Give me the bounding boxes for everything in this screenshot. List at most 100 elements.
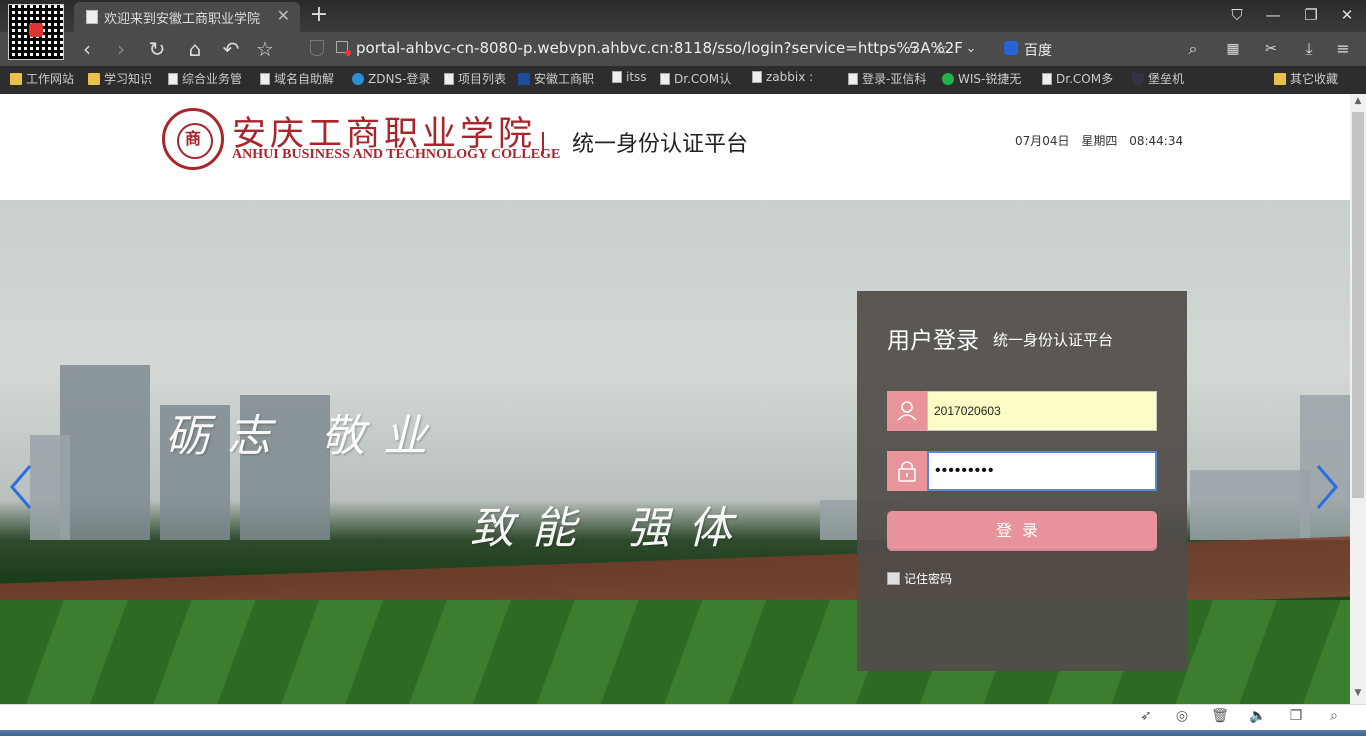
shirt-skin-icon[interactable]: ⛉ [1222,4,1252,26]
school-name-en: ANHUI BUSINESS AND TECHNOLOGY COLLEGE [232,147,561,162]
scroll-down-icon[interactable]: ▼ [1350,688,1366,702]
bookmark-item[interactable]: 综合业务管 [168,70,242,90]
bookmark-label: 域名自助解 [274,72,335,86]
bookmark-label: ZDNS-登录 [368,72,431,86]
zdns-icon [352,73,364,85]
qr-code-icon[interactable] [8,4,64,60]
minimize-icon[interactable]: — [1258,4,1288,26]
bookmark-label: 安徽工商职 [534,72,595,86]
home-icon[interactable]: ⌂ [182,36,208,62]
bookmark-label: 综合业务管 [182,72,243,86]
bookmark-item[interactable]: 安徽工商职 [518,70,594,90]
search-engine-selector[interactable]: 百度 [1000,36,1170,62]
folder-icon [1274,73,1286,85]
status-bar [0,704,1366,731]
chevron-down-icon[interactable]: ⌄ [958,36,984,62]
bookmark-label: itss [626,70,647,84]
tab-title: 欢迎来到安徽工商职业学院 [104,12,261,27]
bookmark-label: zabbix : [766,70,814,84]
page-icon [168,73,178,85]
bookmark-item[interactable]: 项目列表 [444,70,506,90]
slogan-1: 砺志 敬业 [165,411,445,462]
folder-icon [88,73,100,85]
os-taskbar [0,730,1366,736]
baidu-icon [1004,41,1018,55]
remember-password-checkbox[interactable]: 记住密码 [887,570,952,587]
browser-tab[interactable]: 欢迎来到安徽工商职业学院 ✕ [74,2,300,32]
address-bar[interactable]: portal-ahbvc-cn-8080-p.webvpn.ahbvc.cn:8… [300,36,990,62]
lock-icon [887,451,927,491]
bookmark-label: 学习知识 [104,72,153,86]
page-icon [444,73,454,85]
login-subtitle: 统一身份认证平台 [993,331,1114,349]
bookmark-item[interactable]: ZDNS-登录 [352,70,430,90]
window-icon[interactable]: ❐ [1286,708,1306,726]
download-icon[interactable]: ⤓ [1296,36,1322,62]
header-divider [542,132,544,154]
shield-icon [1132,73,1144,85]
volume-icon[interactable]: 🔈 [1248,708,1268,726]
star-icon[interactable]: ☆ [252,36,278,62]
restore-icon[interactable]: ❐ [1296,4,1326,26]
username-input[interactable] [927,391,1157,431]
login-title: 用户登录 [887,328,979,354]
current-date: 07月04日 [1015,134,1070,148]
new-tab-button[interactable]: + [308,2,330,28]
scroll-thumb[interactable] [1352,112,1364,498]
prev-slide-icon[interactable] [6,462,36,512]
password-input[interactable] [927,451,1157,491]
back-icon[interactable]: ‹ [74,36,100,62]
bookmark-item[interactable]: 域名自助解 [260,70,334,90]
menu-icon[interactable]: ≡ [1330,36,1356,62]
apps-grid-icon[interactable]: ▦ [1220,36,1246,62]
bookmark-item[interactable]: 登录-亚信科 [848,70,926,90]
lightning-icon[interactable]: ϟ [900,36,926,62]
shield-icon[interactable] [310,40,324,56]
close-tab-icon[interactable]: ✕ [277,6,290,25]
search-icon[interactable]: ⌕ [1180,36,1206,62]
bookmark-label: 登录-亚信科 [862,72,927,86]
checkbox-icon[interactable] [887,572,900,585]
site-icon [518,73,530,85]
current-datetime: 07月04日 星期四 08:44:34 [1015,132,1191,149]
page-icon [612,71,622,83]
bookmark-label: 其它收藏 [1290,72,1339,86]
forward-icon[interactable]: › [108,36,134,62]
bookmark-item[interactable]: 学习知识 [88,70,152,90]
bookmark-item[interactable]: itss [612,70,647,90]
bookmark-label: WIS-锐捷无 [958,72,1022,86]
remember-label: 记住密码 [904,572,953,586]
next-slide-icon[interactable] [1312,462,1342,512]
bookmark-item[interactable]: 工作网站 [10,70,74,90]
bookmark-label: 项目列表 [458,72,507,86]
login-button[interactable]: 登录 [887,511,1157,551]
page-icon [1042,73,1052,85]
bookmark-item[interactable]: WIS-锐捷无 [942,70,1021,90]
trash-icon[interactable]: 🗑 [1210,708,1230,726]
undo-icon[interactable]: ↶ [218,36,244,62]
bookmark-item[interactable]: Dr.COM认 [660,70,731,90]
bookmark-item[interactable]: 其它收藏 [1274,70,1338,90]
bookmark-star-icon[interactable]: ☆ [928,36,954,62]
current-weekday: 星期四 [1081,134,1118,148]
speed-icon[interactable]: ◎ [1172,708,1192,726]
bookmark-item[interactable]: Dr.COM多 [1042,70,1113,90]
bookmark-item[interactable]: zabbix : [752,70,813,90]
page-icon [86,10,98,24]
page-icon [848,73,858,85]
page-icon [260,73,270,85]
url-text[interactable]: portal-ahbvc-cn-8080-p.webvpn.ahbvc.cn:8… [356,39,963,57]
rocket-icon[interactable]: ➶ [1136,708,1156,726]
bookmark-item[interactable]: 堡垒机 [1132,70,1184,90]
current-time: 08:44:34 [1129,134,1184,148]
user-icon [887,391,927,431]
slogan-2: 致能 强体 [470,503,750,554]
bookmark-label: Dr.COM认 [674,72,732,86]
search-engine-name: 百度 [1024,43,1052,59]
scroll-up-icon[interactable]: ▲ [1350,96,1366,110]
insecure-lock-icon[interactable] [336,41,351,56]
reload-icon[interactable]: ↻ [144,36,170,62]
close-window-icon[interactable]: ✕ [1332,4,1362,26]
screenshot-icon[interactable]: ✂ [1258,36,1284,62]
zoom-icon[interactable]: ⌕ [1324,708,1344,726]
